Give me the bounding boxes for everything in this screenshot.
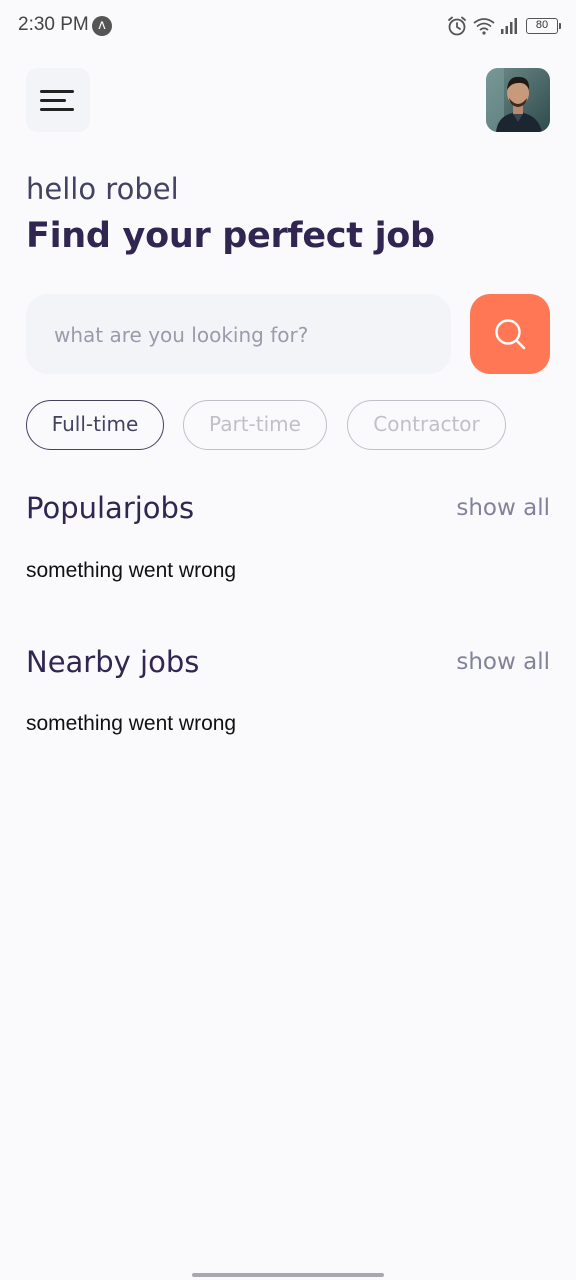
popular-jobs-error: something went wrong — [26, 559, 237, 582]
menu-button[interactable] — [26, 68, 90, 132]
search-input[interactable] — [52, 294, 436, 376]
app-notification-icon: ʌ — [92, 16, 112, 36]
greeting-text: hello robel — [26, 172, 179, 206]
wifi-icon — [472, 16, 496, 36]
profile-avatar[interactable] — [486, 68, 550, 132]
search-button[interactable] — [470, 294, 550, 374]
nearby-show-all-link[interactable]: show all — [456, 649, 550, 675]
popular-show-all-link[interactable]: show all — [456, 495, 550, 521]
page-headline: Find your perfect job — [26, 216, 435, 256]
nearby-jobs-title: Nearby jobs — [26, 645, 200, 679]
signal-icon — [500, 16, 520, 36]
search-container — [26, 294, 451, 376]
home-indicator[interactable] — [192, 1273, 384, 1277]
popular-jobs-title: Popularjobs — [26, 491, 195, 525]
battery-icon: 80 — [526, 18, 561, 34]
tab-part-time[interactable]: Part-time — [183, 400, 327, 450]
status-icons: 80 — [446, 14, 561, 38]
profile-photo — [486, 68, 550, 132]
status-time: 2:30 PM — [18, 14, 89, 35]
nearby-jobs-error: something went wrong — [26, 712, 237, 735]
tab-full-time[interactable]: Full-time — [26, 400, 164, 450]
status-bar: 2:30 PM ʌ 80 — [0, 0, 576, 54]
search-icon — [495, 319, 526, 350]
tab-contractor[interactable]: Contractor — [347, 400, 506, 450]
alarm-icon — [446, 15, 468, 37]
